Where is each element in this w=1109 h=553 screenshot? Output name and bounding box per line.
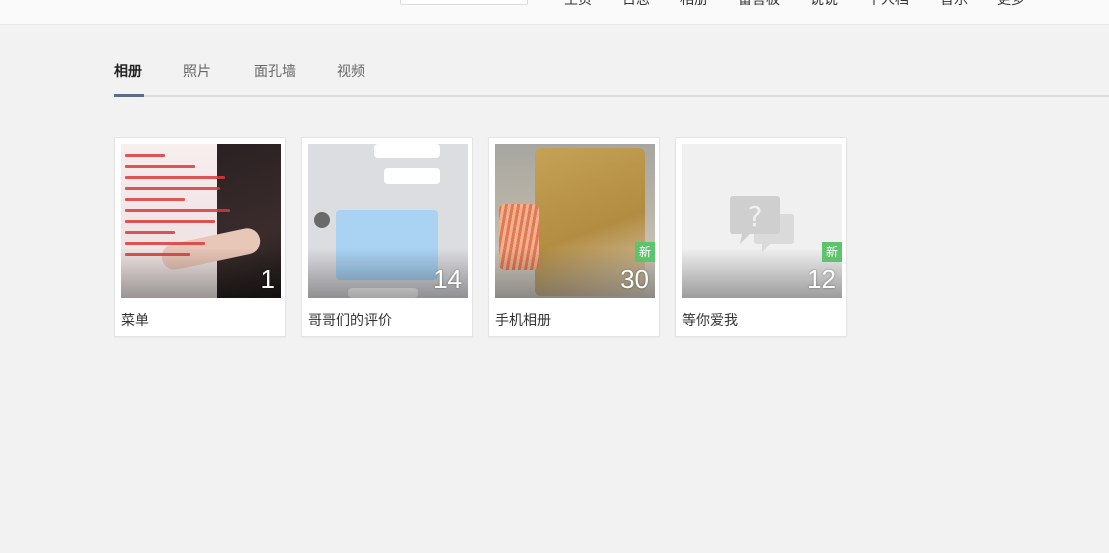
chat-bubble bbox=[374, 144, 440, 158]
album-title[interactable]: 菜单 bbox=[121, 310, 149, 330]
cover-shade bbox=[121, 248, 281, 298]
album-card[interactable]: 新 30 手机相册 bbox=[488, 137, 660, 337]
tab-albums[interactable]: 相册 bbox=[114, 61, 142, 81]
top-navigation-bar: 主页 日志 相册 留言板 说说 个人档 音乐 更多 bbox=[0, 0, 1109, 25]
main-nav: 主页 日志 相册 留言板 说说 个人档 音乐 更多 bbox=[0, 0, 1109, 10]
nav-guestbook[interactable]: 留言板 bbox=[738, 0, 780, 10]
album-card[interactable]: 1 菜单 bbox=[114, 137, 286, 337]
tab-videos[interactable]: 视频 bbox=[337, 61, 365, 81]
tab-photos[interactable]: 照片 bbox=[183, 61, 211, 81]
album-card[interactable]: ? 新 12 等你爱我 bbox=[675, 137, 847, 337]
album-photo-count: 1 bbox=[260, 264, 275, 294]
album-cover-image[interactable]: 1 bbox=[121, 144, 281, 298]
album-photo-count: 30 bbox=[620, 264, 649, 294]
empty-album-icon: ? bbox=[730, 196, 794, 252]
nav-blog[interactable]: 日志 bbox=[622, 0, 650, 10]
album-card[interactable]: 14 哥哥们的评价 bbox=[301, 137, 473, 337]
album-grid: 1 菜单 14 哥哥们的评价 新 30 手机相册 ? 新 12 等你爱我 bbox=[114, 137, 854, 337]
tab-face-wall[interactable]: 面孔墙 bbox=[254, 61, 296, 81]
album-tabs: 相册 照片 面孔墙 视频 bbox=[114, 55, 1109, 97]
album-title[interactable]: 手机相册 bbox=[495, 310, 551, 330]
chat-bubble bbox=[384, 168, 440, 184]
nav-profile[interactable]: 个人档 bbox=[867, 0, 909, 10]
album-photo-count: 12 bbox=[807, 264, 836, 294]
chat-avatar bbox=[314, 212, 330, 228]
album-title[interactable]: 等你爱我 bbox=[682, 310, 738, 330]
album-title[interactable]: 哥哥们的评价 bbox=[308, 310, 392, 330]
svg-text:?: ? bbox=[748, 200, 763, 233]
album-photo-count: 14 bbox=[433, 264, 462, 294]
nav-more[interactable]: 更多 bbox=[997, 0, 1025, 10]
nav-moments[interactable]: 说说 bbox=[810, 0, 838, 10]
new-badge: 新 bbox=[635, 242, 655, 262]
active-tab-indicator bbox=[114, 94, 144, 97]
new-badge: 新 bbox=[822, 242, 842, 262]
album-cover-image[interactable]: ? 新 12 bbox=[682, 144, 842, 298]
nav-home[interactable]: 主页 bbox=[564, 0, 592, 10]
album-cover-image[interactable]: 14 bbox=[308, 144, 468, 298]
nav-music[interactable]: 音乐 bbox=[940, 0, 968, 10]
nav-album[interactable]: 相册 bbox=[680, 0, 708, 10]
album-cover-image[interactable]: 新 30 bbox=[495, 144, 655, 298]
